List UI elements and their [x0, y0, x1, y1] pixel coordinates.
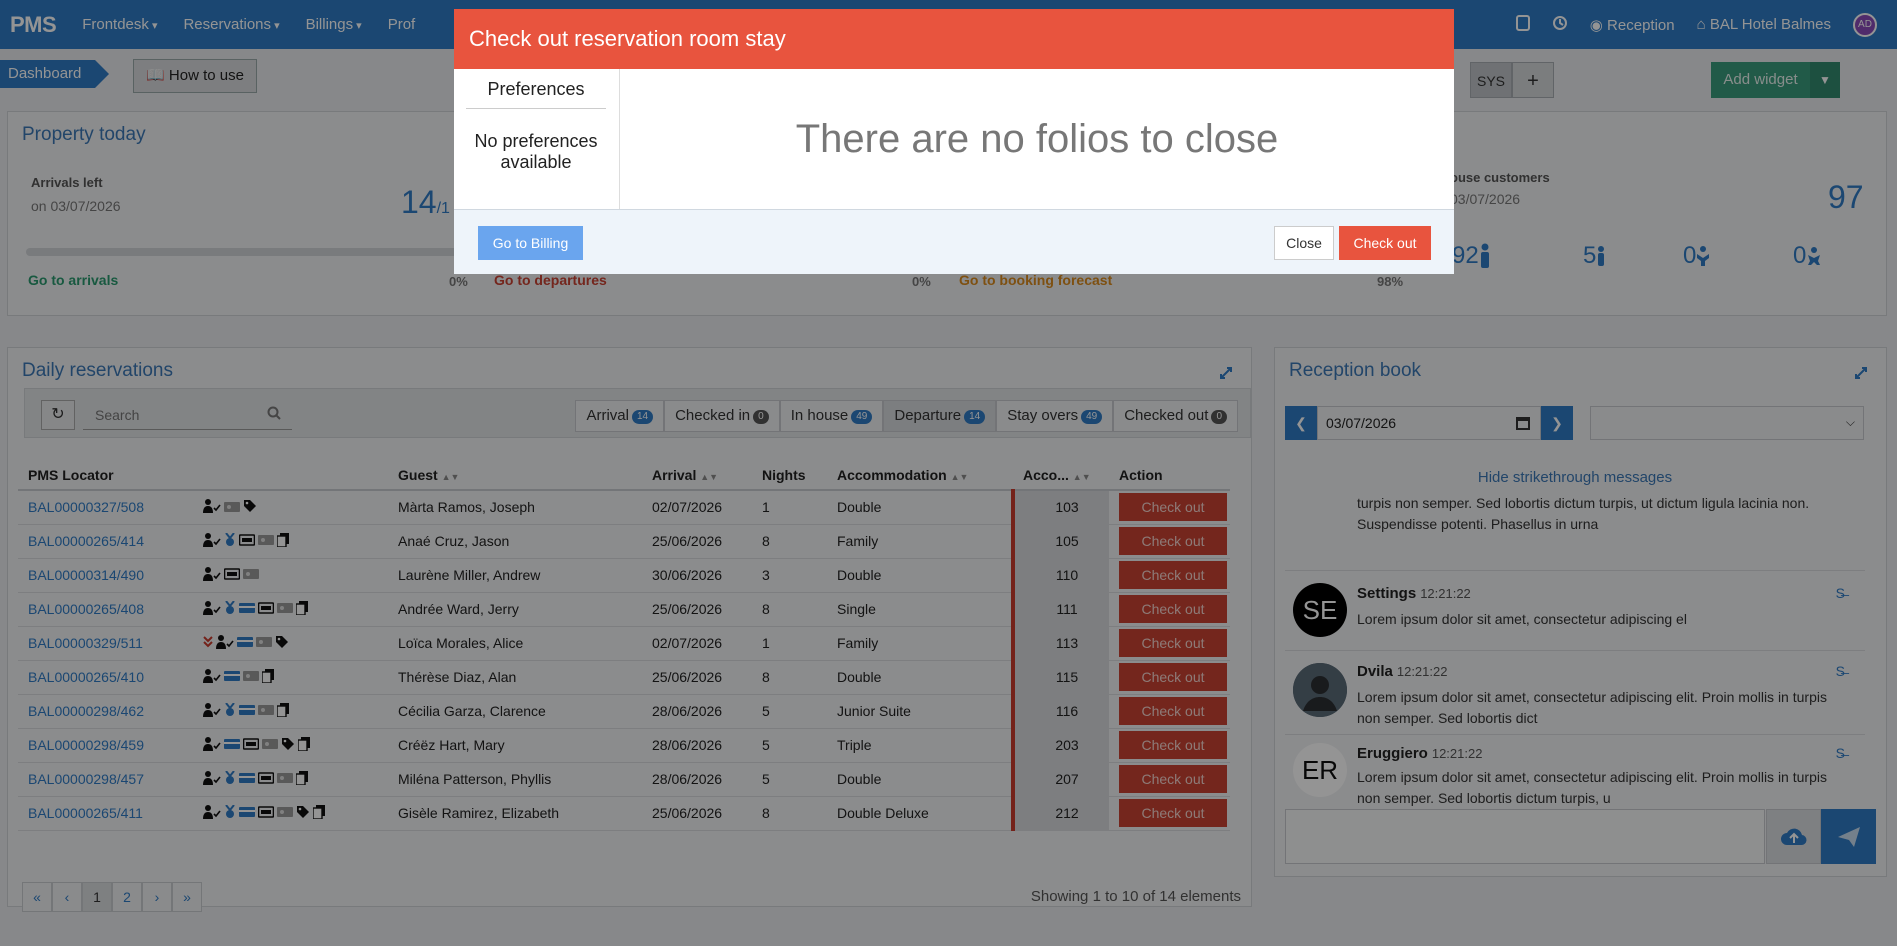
go-to-billing-button[interactable]: Go to Billing: [478, 226, 583, 260]
no-folios-message: There are no folios to close: [795, 117, 1279, 161]
modal-title: Check out reservation room stay: [454, 9, 1454, 69]
close-button[interactable]: Close: [1274, 226, 1334, 260]
checkout-modal: Check out reservation room stay Preferen…: [454, 9, 1454, 274]
no-preferences-text: No preferences available: [474, 131, 598, 172]
preferences-title: Preferences: [466, 79, 606, 109]
check-out-button[interactable]: Check out: [1339, 226, 1431, 260]
preferences-panel: Preferences No preferences available: [454, 69, 620, 209]
modal-footer: Go to Billing Close Check out: [454, 209, 1454, 274]
